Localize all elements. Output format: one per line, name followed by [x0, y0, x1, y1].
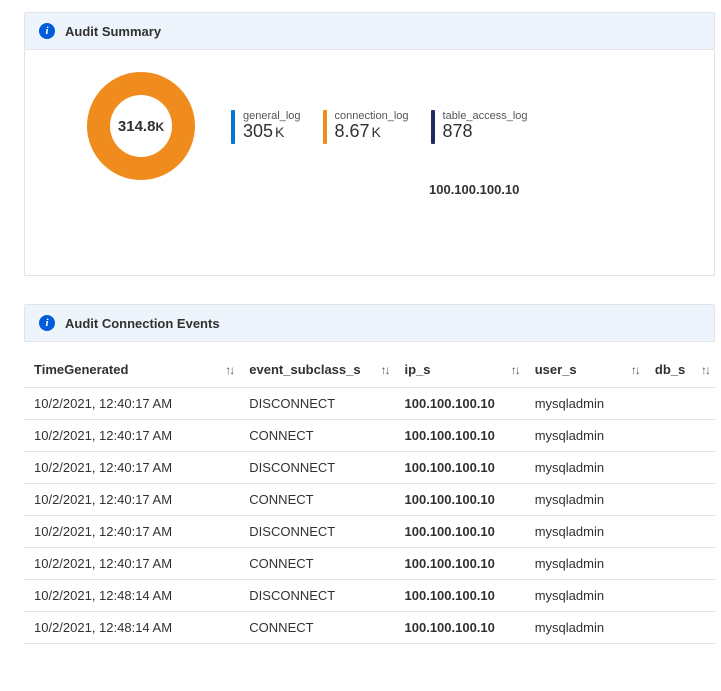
cell-user: mysqladmin: [525, 612, 645, 644]
summary-metrics: general_log 305K connection_log 8.67K ta…: [231, 110, 528, 144]
cell-subclass: DISCONNECT: [239, 388, 394, 420]
cell-subclass: CONNECT: [239, 612, 394, 644]
cell-user: mysqladmin: [525, 548, 645, 580]
table-row[interactable]: 10/2/2021, 12:40:17 AMDISCONNECT100.100.…: [24, 452, 715, 484]
sort-icon[interactable]: ↑↓: [511, 363, 519, 377]
cell-user: mysqladmin: [525, 516, 645, 548]
sort-icon[interactable]: ↑↓: [631, 363, 639, 377]
info-icon: i: [39, 315, 55, 331]
col-header-label: event_subclass_s: [249, 362, 360, 377]
metric-value: 305: [243, 121, 273, 141]
metric-value: 878: [443, 121, 473, 141]
cell-time: 10/2/2021, 12:48:14 AM: [24, 580, 239, 612]
sort-icon[interactable]: ↑↓: [225, 363, 233, 377]
summary-extra-ip: 100.100.100.10: [429, 182, 519, 197]
col-header-label: db_s: [655, 362, 685, 377]
cell-ip: 100.100.100.10: [395, 388, 525, 420]
audit-summary-body: 314.8K general_log 305K connection_log 8…: [24, 50, 715, 276]
col-header-label: TimeGenerated: [34, 362, 128, 377]
donut-center: 314.8K: [110, 95, 172, 157]
cell-db: [645, 580, 715, 612]
metric-general-log: general_log 305K: [231, 110, 301, 144]
cell-subclass: DISCONNECT: [239, 516, 394, 548]
table-row[interactable]: 10/2/2021, 12:48:14 AMCONNECT100.100.100…: [24, 612, 715, 644]
cell-ip: 100.100.100.10: [395, 452, 525, 484]
cell-user: mysqladmin: [525, 420, 645, 452]
connection-events-table: TimeGenerated ↑↓ event_subclass_s ↑↓ ip_s ↑…: [24, 352, 715, 644]
cell-ip: 100.100.100.10: [395, 612, 525, 644]
cell-subclass: CONNECT: [239, 484, 394, 516]
table-header-row: TimeGenerated ↑↓ event_subclass_s ↑↓ ip_s ↑…: [24, 352, 715, 388]
metric-unit: K: [275, 124, 284, 140]
bar-icon: [431, 110, 435, 144]
bar-icon: [231, 110, 235, 144]
cell-ip: 100.100.100.10: [395, 420, 525, 452]
cell-ip: 100.100.100.10: [395, 548, 525, 580]
table-row[interactable]: 10/2/2021, 12:40:17 AMCONNECT100.100.100…: [24, 484, 715, 516]
col-header-user[interactable]: user_s ↑↓: [525, 352, 645, 388]
cell-db: [645, 420, 715, 452]
cell-db: [645, 548, 715, 580]
table-row[interactable]: 10/2/2021, 12:40:17 AMDISCONNECT100.100.…: [24, 388, 715, 420]
cell-user: mysqladmin: [525, 580, 645, 612]
table-row[interactable]: 10/2/2021, 12:40:17 AMCONNECT100.100.100…: [24, 548, 715, 580]
info-icon: i: [39, 23, 55, 39]
sort-icon[interactable]: ↑↓: [381, 363, 389, 377]
cell-ip: 100.100.100.10: [395, 516, 525, 548]
cell-time: 10/2/2021, 12:40:17 AM: [24, 388, 239, 420]
cell-ip: 100.100.100.10: [395, 580, 525, 612]
bar-icon: [323, 110, 327, 144]
table-row[interactable]: 10/2/2021, 12:40:17 AMCONNECT100.100.100…: [24, 420, 715, 452]
panel-title: Audit Summary: [65, 24, 161, 39]
metric-value: 8.67: [335, 121, 370, 141]
cell-time: 10/2/2021, 12:40:17 AM: [24, 516, 239, 548]
sort-icon[interactable]: ↑↓: [701, 363, 709, 377]
cell-db: [645, 388, 715, 420]
cell-db: [645, 484, 715, 516]
metric-unit: K: [372, 124, 381, 140]
cell-time: 10/2/2021, 12:40:17 AM: [24, 484, 239, 516]
cell-time: 10/2/2021, 12:40:17 AM: [24, 452, 239, 484]
cell-subclass: DISCONNECT: [239, 580, 394, 612]
col-header-ip[interactable]: ip_s ↑↓: [395, 352, 525, 388]
panel-title: Audit Connection Events: [65, 316, 220, 331]
cell-subclass: CONNECT: [239, 420, 394, 452]
metric-connection-log: connection_log 8.67K: [323, 110, 409, 144]
metric-table-access-log: table_access_log 878: [431, 110, 528, 144]
cell-subclass: DISCONNECT: [239, 452, 394, 484]
cell-time: 10/2/2021, 12:48:14 AM: [24, 612, 239, 644]
donut-unit: K: [155, 120, 164, 134]
col-header-label: user_s: [535, 362, 577, 377]
cell-db: [645, 516, 715, 548]
table-row[interactable]: 10/2/2021, 12:48:14 AMDISCONNECT100.100.…: [24, 580, 715, 612]
col-header-subclass[interactable]: event_subclass_s ↑↓: [239, 352, 394, 388]
table-row[interactable]: 10/2/2021, 12:40:17 AMDISCONNECT100.100.…: [24, 516, 715, 548]
cell-subclass: CONNECT: [239, 548, 394, 580]
col-header-label: ip_s: [405, 362, 431, 377]
connection-events-header: i Audit Connection Events: [24, 304, 715, 342]
col-header-time[interactable]: TimeGenerated ↑↓: [24, 352, 239, 388]
cell-time: 10/2/2021, 12:40:17 AM: [24, 548, 239, 580]
col-header-db[interactable]: db_s ↑↓: [645, 352, 715, 388]
cell-ip: 100.100.100.10: [395, 484, 525, 516]
cell-user: mysqladmin: [525, 452, 645, 484]
cell-user: mysqladmin: [525, 388, 645, 420]
cell-db: [645, 612, 715, 644]
donut-chart: 314.8K: [77, 72, 205, 180]
cell-db: [645, 452, 715, 484]
cell-time: 10/2/2021, 12:40:17 AM: [24, 420, 239, 452]
cell-user: mysqladmin: [525, 484, 645, 516]
audit-summary-header: i Audit Summary: [24, 12, 715, 50]
donut-total: 314.8: [118, 118, 156, 135]
